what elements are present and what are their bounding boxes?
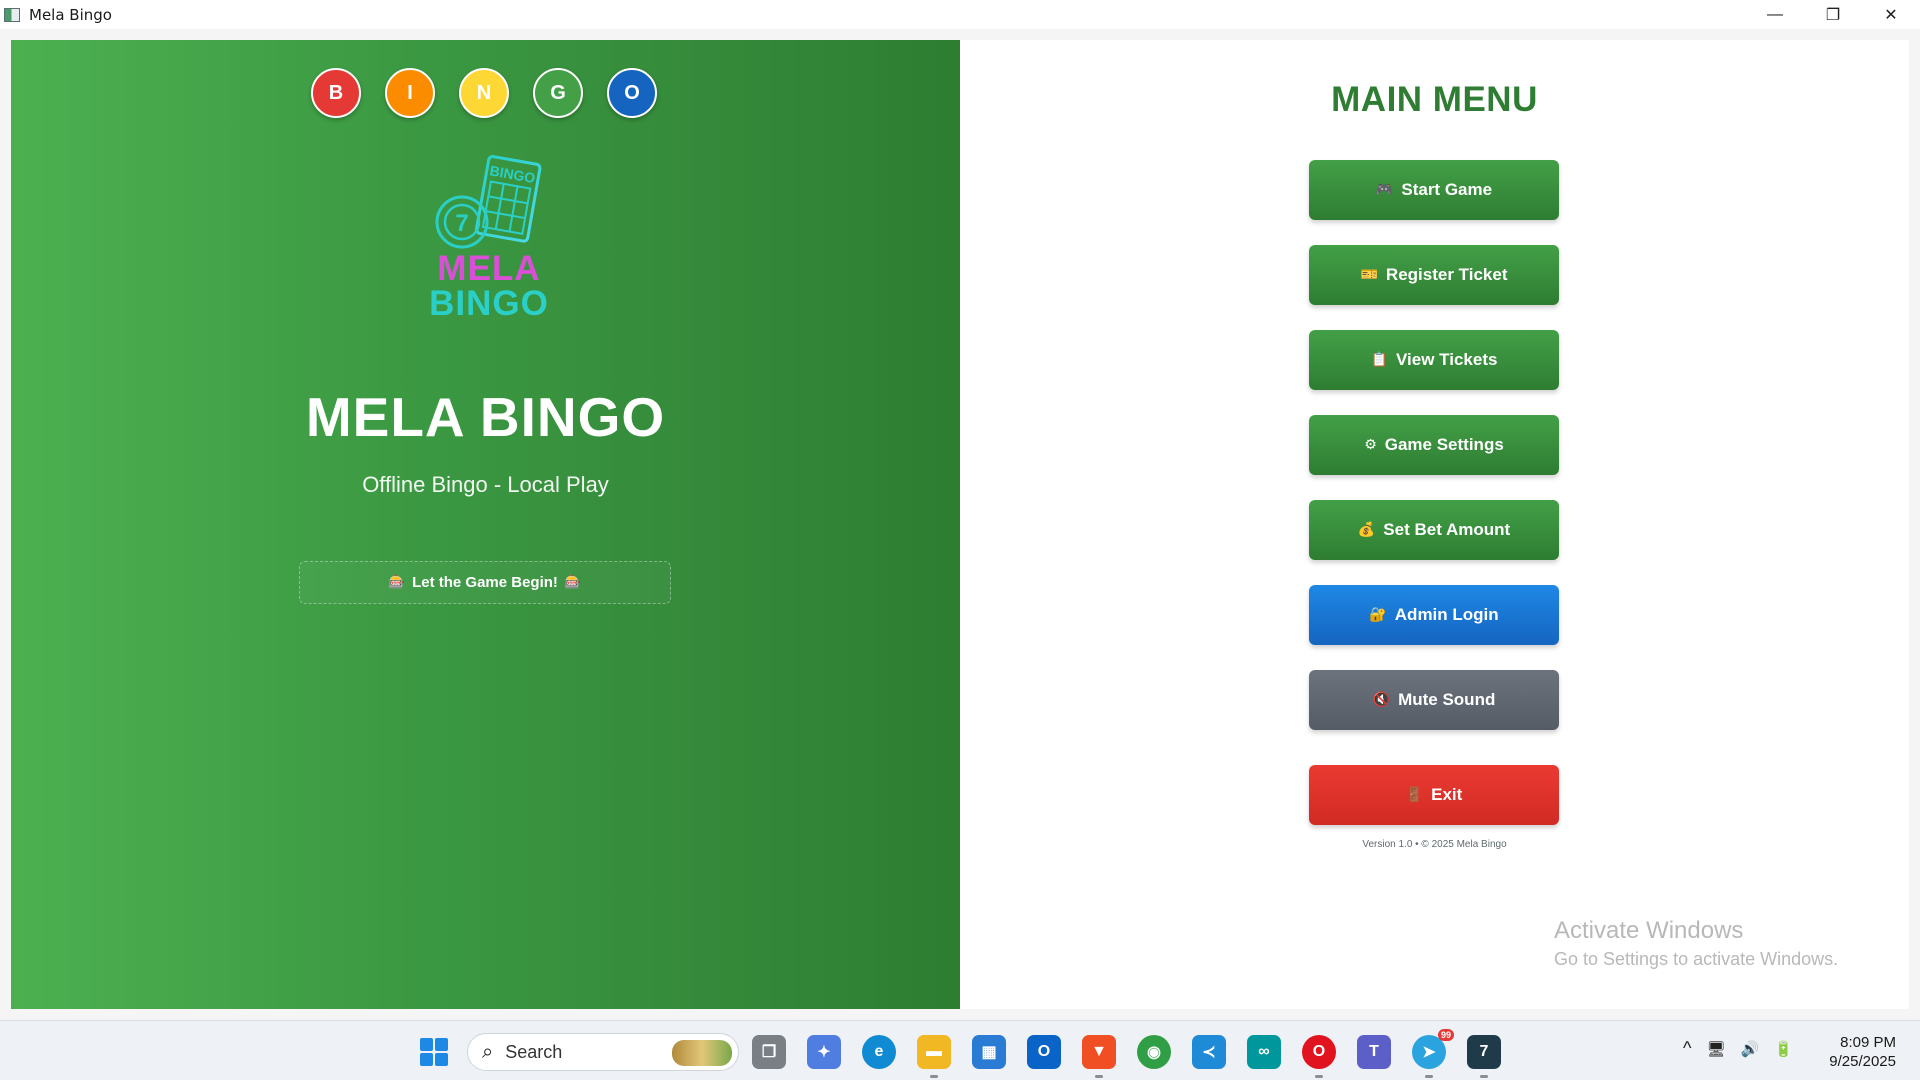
tagline-banner: 🎰 Let the Game Begin! 🎰 <box>299 561 671 604</box>
battery-icon[interactable]: 🔋 <box>1774 1040 1793 1058</box>
menu-panel: MAIN MENU 🎮 Start Game 🎫 Register Ticket… <box>960 40 1909 1009</box>
windows-logo-icon <box>435 1053 448 1066</box>
pinned-apps: ❐ ✦ e ▬ ▦ O ▼ ◉ ≺ ∞ O T ➤ 99 7 <box>752 1029 1501 1078</box>
taskbar: ⌕ Search ❐ ✦ e ▬ ▦ O ▼ ◉ ≺ ∞ O T ➤ 99 7 … <box>0 1020 1920 1080</box>
window-controls: — ❐ ✕ <box>1746 0 1920 29</box>
tagline-text: Let the Game Begin! <box>412 574 558 591</box>
slot-machine-icon: 🎰 <box>388 575 406 590</box>
ball-n: N <box>459 68 509 118</box>
restore-button[interactable]: ❐ <box>1804 0 1862 29</box>
system-tray: ^ 🖥 🔊 🔋 <box>1683 1038 1793 1059</box>
telegram-badge: 99 <box>1437 1029 1454 1041</box>
network-icon[interactable]: 🖥 <box>1706 1040 1725 1058</box>
search-placeholder: Search <box>505 1041 563 1062</box>
mute-sound-button[interactable]: 🔇 Mute Sound <box>1309 670 1559 730</box>
bingo-balls: B I N G O <box>311 68 657 118</box>
search-icon: ⌕ <box>482 1040 494 1063</box>
windows-logo-icon <box>435 1038 448 1051</box>
volume-icon[interactable]: 🔊 <box>1741 1040 1760 1058</box>
mela-bingo-taskbar-icon[interactable]: 7 <box>1467 1035 1501 1078</box>
app-title: MELA BINGO <box>305 386 666 448</box>
clock-time: 8:09 PM <box>1840 1034 1896 1051</box>
mute-sound-label: Mute Sound <box>1398 690 1496 709</box>
gear-icon: ⚙ <box>1364 437 1377 453</box>
set-bet-amount-button[interactable]: 💰 Set Bet Amount <box>1309 500 1559 560</box>
app-icon <box>4 7 20 22</box>
ball-i: I <box>385 68 435 118</box>
clock[interactable]: 8:09 PM 9/25/2025 <box>1828 1033 1896 1071</box>
door-icon: 🚪 <box>1405 787 1424 803</box>
running-indicator <box>1315 1075 1323 1078</box>
view-tickets-label: View Tickets <box>1396 350 1498 369</box>
ball-o: O <box>607 68 657 118</box>
start-button[interactable] <box>420 1038 448 1066</box>
app-subtitle: Offline Bingo - Local Play <box>362 472 609 497</box>
menu-title: MAIN MENU <box>1331 80 1538 119</box>
bingo-card-icon: BINGO 7 <box>435 155 542 249</box>
admin-login-label: Admin Login <box>1394 605 1499 624</box>
view-tickets-button[interactable]: 📋 View Tickets <box>1309 330 1559 390</box>
watermark-title: Activate Windows <box>1554 917 1744 944</box>
version-footer: Version 1.0 • © 2025 Mela Bingo <box>1362 839 1507 850</box>
running-indicator <box>1425 1075 1433 1078</box>
search-highlight-image <box>672 1040 732 1066</box>
register-ticket-button[interactable]: 🎫 Register Ticket <box>1309 245 1559 305</box>
money-bag-icon: 💰 <box>1357 522 1376 538</box>
window-title: Mela Bingo <box>29 5 112 24</box>
branding-panel: B I N G O BINGO 7 MELA BINGO MELA BINGO … <box>11 40 960 1009</box>
chevron-up-icon[interactable]: ^ <box>1683 1038 1691 1059</box>
admin-login-button[interactable]: 🔐 Admin Login <box>1309 585 1559 645</box>
exit-label: Exit <box>1431 785 1463 804</box>
mela-bingo-logo: BINGO 7 MELA BINGO <box>424 155 554 325</box>
running-indicator <box>1095 1075 1103 1078</box>
arduino-icon[interactable]: ∞ <box>1247 1035 1281 1069</box>
brave-icon[interactable]: ▼ <box>1082 1035 1116 1078</box>
window-titlebar: Mela Bingo — ❐ ✕ <box>0 0 1920 29</box>
exit-button[interactable]: 🚪 Exit <box>1309 765 1559 825</box>
ball-b: B <box>311 68 361 118</box>
chrome-icon[interactable]: ◉ <box>1137 1035 1171 1069</box>
windows-logo-icon <box>420 1053 433 1066</box>
file-explorer-icon[interactable]: ▬ <box>917 1035 951 1078</box>
game-settings-button[interactable]: ⚙ Game Settings <box>1309 415 1559 475</box>
clock-date: 9/25/2025 <box>1829 1053 1896 1070</box>
outlook-icon[interactable]: O <box>1027 1035 1061 1069</box>
teams-icon[interactable]: T <box>1357 1035 1391 1069</box>
lock-icon: 🔐 <box>1369 607 1387 623</box>
gamepad-icon: 🎮 <box>1375 182 1394 198</box>
activate-windows-watermark: Activate Windows Go to Settings to activ… <box>1554 917 1838 970</box>
ticket-icon: 🎫 <box>1360 267 1378 283</box>
windows-logo-icon <box>420 1038 433 1051</box>
clipboard-icon: 📋 <box>1370 352 1388 368</box>
running-indicator <box>1480 1075 1488 1078</box>
logo-line-mela: MELA <box>437 249 541 288</box>
vscode-icon[interactable]: ≺ <box>1192 1035 1226 1069</box>
slot-machine-icon: 🎰 <box>564 575 582 590</box>
copilot-icon[interactable]: ✦ <box>807 1035 841 1069</box>
watermark-subtitle: Go to Settings to activate Windows. <box>1554 949 1839 969</box>
logo-line-bingo: BINGO <box>429 284 549 323</box>
edge-icon[interactable]: e <box>862 1035 896 1069</box>
set-bet-amount-label: Set Bet Amount <box>1383 520 1511 539</box>
close-button[interactable]: ✕ <box>1862 0 1920 29</box>
ball-g: G <box>533 68 583 118</box>
start-game-label: Start Game <box>1401 180 1493 199</box>
start-game-button[interactable]: 🎮 Start Game <box>1309 160 1559 220</box>
mute-icon: 🔇 <box>1372 692 1391 708</box>
minimize-button[interactable]: — <box>1746 0 1804 29</box>
register-ticket-label: Register Ticket <box>1385 265 1508 284</box>
game-settings-label: Game Settings <box>1384 435 1504 454</box>
task-view-icon[interactable]: ❐ <box>752 1035 786 1069</box>
logo-ball-number: 7 <box>455 210 468 237</box>
taskbar-search-box[interactable]: ⌕ Search <box>467 1033 739 1071</box>
opera-icon[interactable]: O <box>1302 1035 1336 1078</box>
telegram-icon[interactable]: ➤ 99 <box>1412 1029 1454 1078</box>
app-window: B I N G O BINGO 7 MELA BINGO MELA BINGO … <box>0 29 1920 1020</box>
microsoft-store-icon[interactable]: ▦ <box>972 1035 1006 1069</box>
running-indicator <box>930 1075 938 1078</box>
